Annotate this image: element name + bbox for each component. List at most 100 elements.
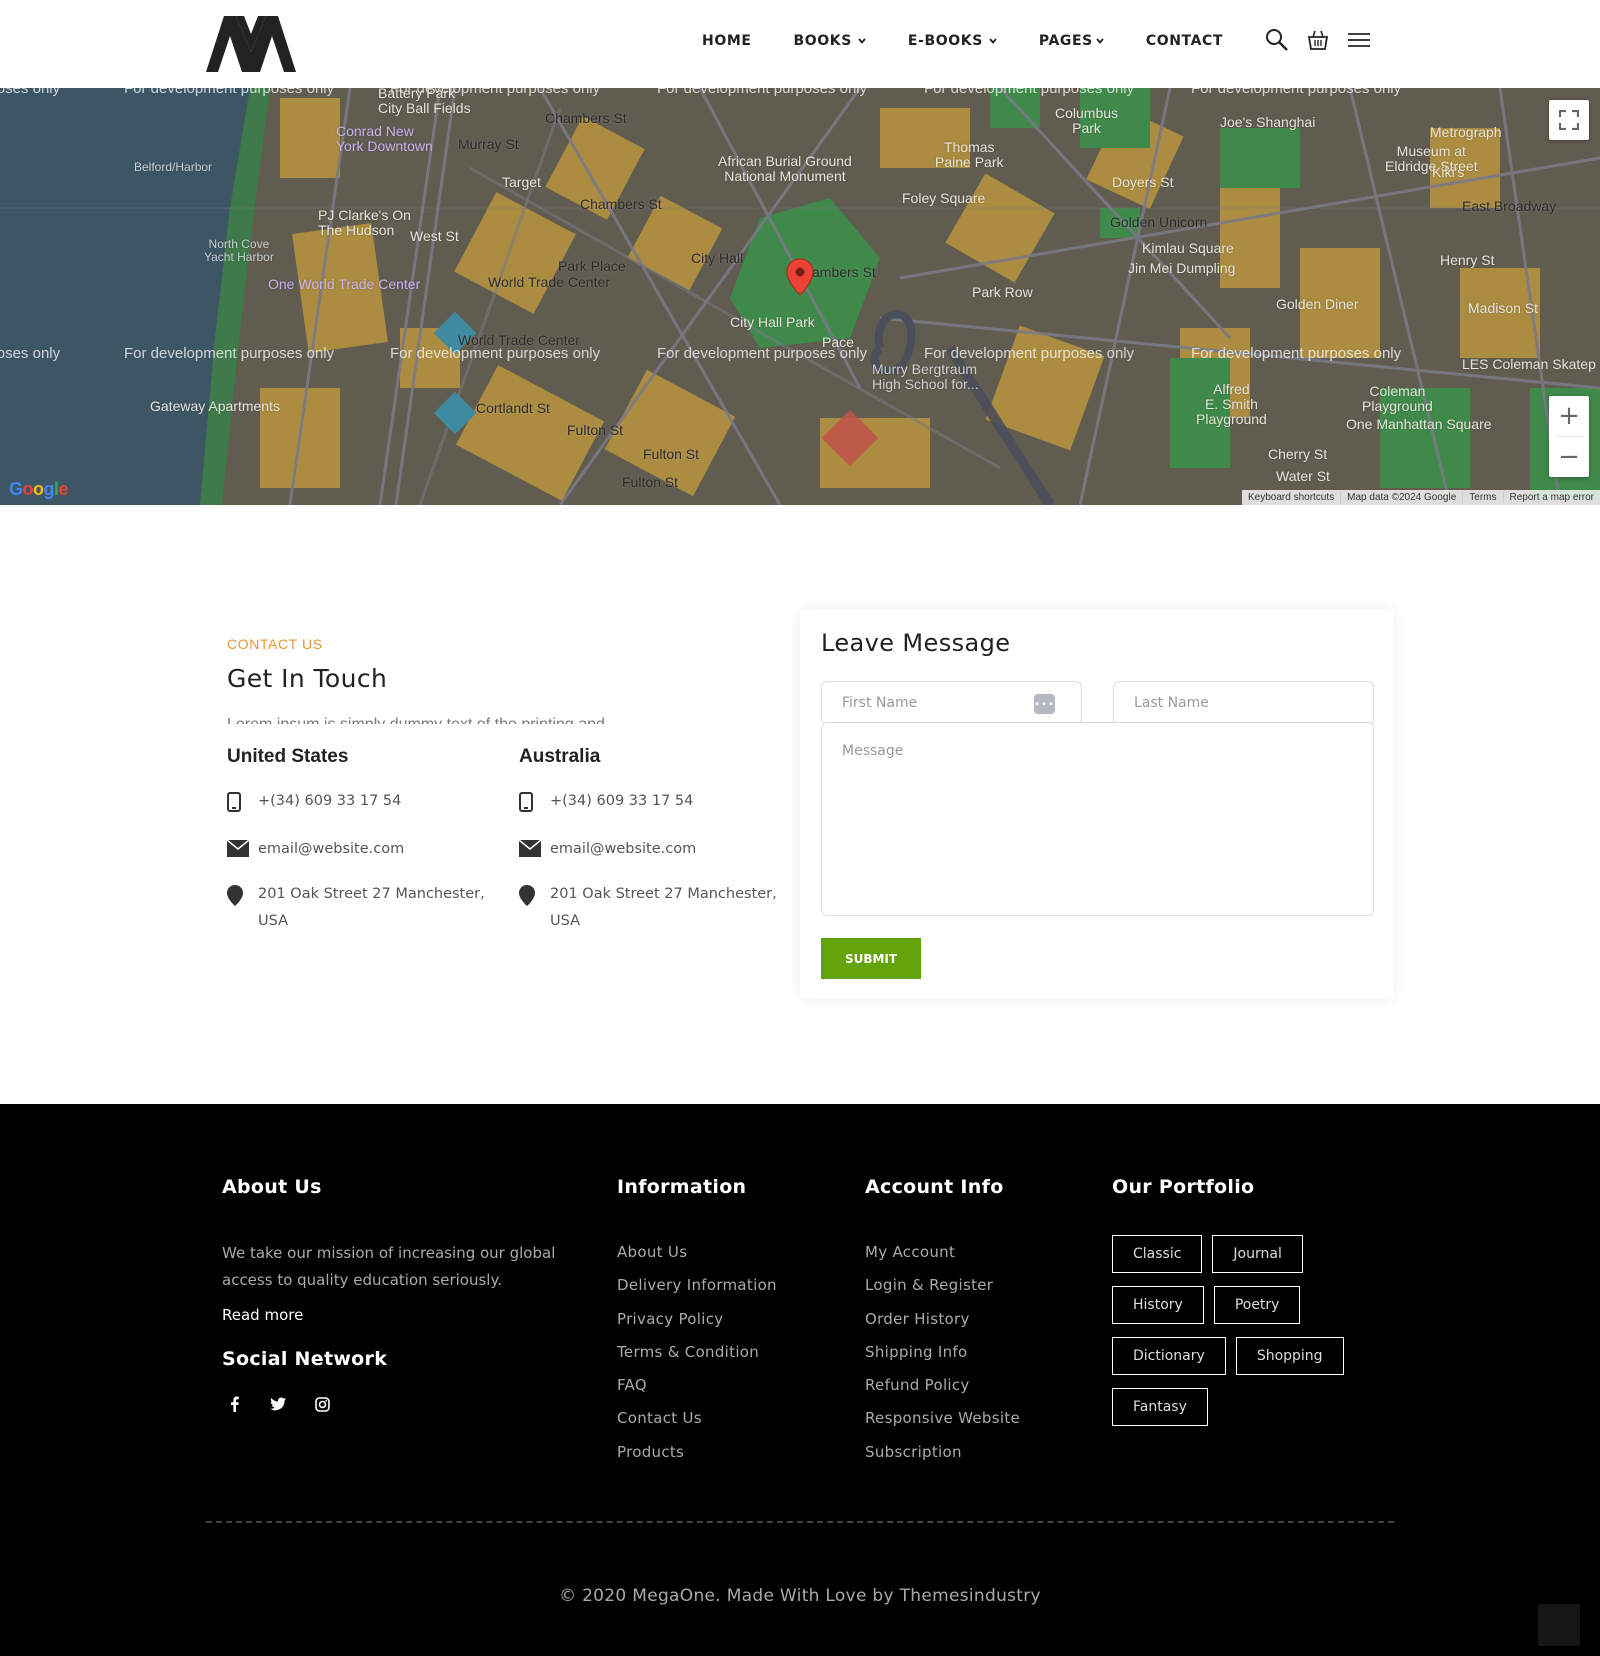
facebook-icon[interactable]	[226, 1396, 242, 1412]
map-label: Kimlau Square	[1142, 240, 1234, 256]
phone-icon	[519, 788, 550, 822]
contact-title: Get In Touch	[227, 664, 388, 693]
portfolio-tag[interactable]: Shopping	[1235, 1337, 1344, 1375]
autofill-icon[interactable]: •••	[1034, 694, 1055, 714]
portfolio-title: Our Portfolio	[1112, 1176, 1255, 1198]
map-label: Cortlandt St	[476, 400, 550, 416]
map-label: Madison St	[1468, 300, 1539, 316]
portfolio-tag[interactable]: History	[1112, 1286, 1204, 1324]
office-address-text: 201 Oak Street 27 Manchester, USA	[550, 886, 777, 929]
message-field[interactable]: Message	[821, 722, 1374, 916]
map-label: Columbus Park	[1055, 105, 1119, 136]
information-title: Information	[617, 1176, 747, 1198]
footer-link[interactable]: Refund Policy	[865, 1375, 1020, 1408]
footer-link[interactable]: Shipping Info	[865, 1342, 1020, 1375]
last-name-field[interactable]: Last Name	[1113, 681, 1374, 725]
nav-ebooks[interactable]: E-BOOKS	[908, 33, 997, 49]
header-icons	[1265, 28, 1371, 52]
map-label: North Cove Yacht Harbor	[204, 237, 274, 264]
portfolio-tag[interactable]: Fantasy	[1112, 1388, 1208, 1426]
logo[interactable]	[206, 16, 296, 72]
map-label: Foley Square	[902, 190, 986, 206]
footer-link[interactable]: Contact Us	[617, 1408, 777, 1441]
keyboard-shortcuts-link[interactable]: Keyboard shortcuts	[1242, 492, 1340, 503]
map-label: City Hall Park	[730, 314, 815, 330]
map-label: Henry St	[1440, 252, 1495, 268]
map-label: One Manhattan Square	[1346, 416, 1492, 432]
map-label: Target	[502, 174, 541, 190]
nav-home[interactable]: HOME	[702, 33, 752, 49]
map-label: Battery Park City Ball Fields	[378, 88, 471, 116]
cart-icon[interactable]	[1307, 28, 1329, 52]
footer-link[interactable]: Delivery Information	[617, 1275, 777, 1308]
footer-link[interactable]: Login & Register	[865, 1275, 1020, 1308]
nav-books[interactable]: BOOKS	[794, 33, 866, 49]
chevron-down-icon	[1096, 38, 1104, 44]
twitter-icon[interactable]	[270, 1396, 286, 1412]
first-name-field[interactable]: First Name •••	[821, 681, 1082, 725]
first-name-placeholder: First Name	[842, 695, 918, 711]
map-label: Chambers St	[580, 196, 662, 212]
map-label: World Trade Center	[458, 332, 580, 348]
copyright: © 2020 MegaOne. Made With Love by Themes…	[559, 1586, 1041, 1606]
footer-link[interactable]: Privacy Policy	[617, 1309, 777, 1342]
google-logo[interactable]: Google	[9, 479, 69, 500]
social-links	[226, 1396, 330, 1412]
footer-divider	[206, 1521, 1394, 1523]
zoom-controls: + −	[1549, 396, 1589, 477]
nav-contact-label: CONTACT	[1145, 33, 1224, 49]
footer-link[interactable]: My Account	[865, 1242, 1020, 1275]
nav-contact[interactable]: CONTACT	[1146, 33, 1223, 49]
scroll-to-top-button[interactable]	[1538, 1604, 1580, 1646]
footer-link[interactable]: Products	[617, 1442, 777, 1475]
terms-link[interactable]: Terms	[1462, 492, 1502, 503]
map-label: African Burial Ground National Monument	[718, 153, 852, 184]
nav-books-label: BOOKS	[793, 33, 852, 49]
leave-message-form: Leave Message First Name ••• Last Name M…	[800, 609, 1394, 999]
footer-link[interactable]: Responsive Website	[865, 1408, 1020, 1441]
office-phone-text: +(34) 609 33 17 54	[258, 793, 402, 809]
report-map-error-link[interactable]: Report a map error	[1502, 492, 1600, 503]
footer-link[interactable]: FAQ	[617, 1375, 777, 1408]
footer-link[interactable]: Order History	[865, 1309, 1020, 1342]
office-email-text: email@website.com	[258, 841, 405, 857]
zoom-in-button[interactable]: +	[1549, 396, 1589, 436]
map-attribution: Keyboard shortcuts Map data ©2024 Google…	[1241, 490, 1600, 505]
account-links: My Account Login & Register Order Histor…	[865, 1242, 1020, 1475]
nav-pages[interactable]: PAGES	[1039, 33, 1104, 49]
chevron-down-icon	[989, 38, 997, 44]
map-label: Jin Mei Dumpling	[1128, 260, 1236, 276]
map-label: Murry Bergtraum High School for...	[872, 361, 979, 392]
location-pin-icon[interactable]	[786, 258, 814, 300]
instagram-icon[interactable]	[314, 1396, 330, 1412]
office-address: 201 Oak Street 27 Manchester, USA	[519, 881, 789, 935]
zoom-out-button[interactable]: −	[1549, 437, 1589, 477]
office-email: email@website.com	[518, 836, 789, 867]
menu-icon[interactable]	[1347, 30, 1371, 50]
portfolio-tag[interactable]: Journal	[1212, 1235, 1303, 1273]
map-label: Cherry St	[1268, 446, 1328, 462]
map-label: Park Place	[558, 258, 626, 274]
about-text: We take our mission of increasing our gl…	[222, 1244, 556, 1289]
footer-link[interactable]: Subscription	[865, 1442, 1020, 1475]
search-icon[interactable]	[1265, 28, 1289, 52]
fullscreen-button[interactable]	[1549, 100, 1589, 140]
portfolio-tag[interactable]: Dictionary	[1112, 1337, 1226, 1375]
map-watermark: For development purposes only	[124, 345, 335, 362]
submit-button[interactable]: SUBMIT	[821, 938, 921, 979]
nav-ebooks-label: E-BOOKS	[907, 33, 983, 49]
social-title: Social Network	[222, 1348, 388, 1370]
last-name-placeholder: Last Name	[1134, 695, 1209, 711]
map-label: Kiki's	[1432, 164, 1465, 180]
portfolio-tag[interactable]: Poetry	[1213, 1286, 1301, 1324]
office-address: 201 Oak Street 27 Manchester, USA	[227, 881, 497, 935]
map-watermark: For development purposes only	[924, 345, 1135, 362]
map-label: Gateway Apartments	[150, 398, 280, 414]
footer-link[interactable]: Terms & Condition	[617, 1342, 777, 1375]
footer-link[interactable]: About Us	[617, 1242, 777, 1275]
map[interactable]: For development purposes only For develo…	[0, 88, 1600, 505]
portfolio-tag[interactable]: Classic	[1112, 1235, 1203, 1273]
read-more-link[interactable]: Read more	[222, 1306, 303, 1324]
map-label: West St	[410, 228, 459, 244]
map-label: Joe's Shanghai	[1220, 114, 1316, 130]
